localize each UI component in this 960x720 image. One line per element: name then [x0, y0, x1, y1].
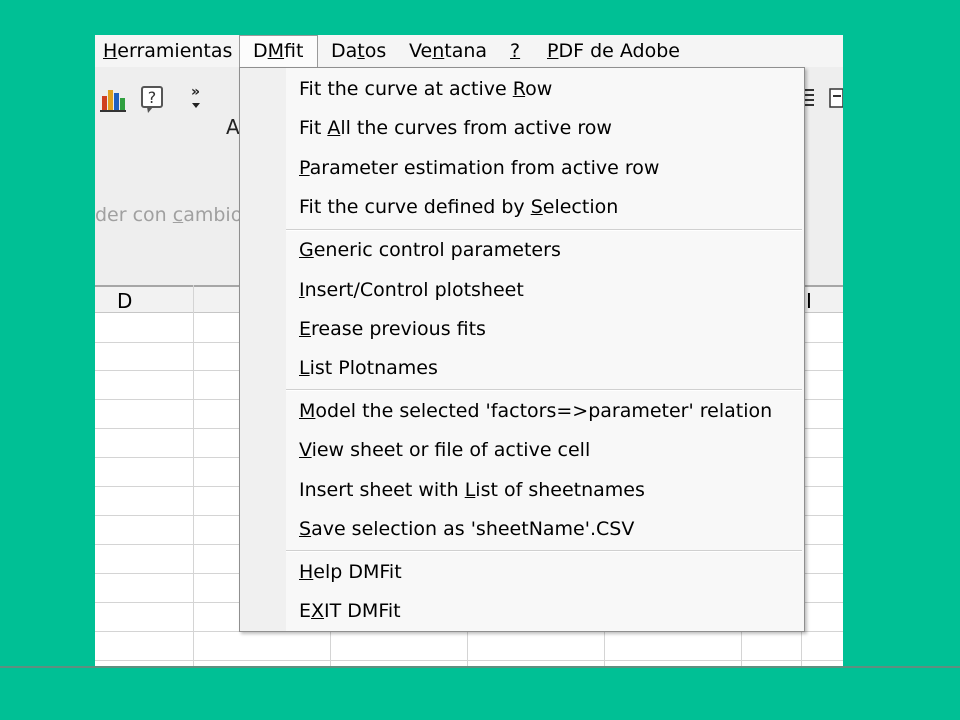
svg-text:»: » [191, 84, 200, 100]
dmfit-dropdown-menu: Fit the curve at active Row Fit All the … [239, 67, 805, 632]
menu-ventana[interactable]: Ventana [409, 35, 487, 67]
slide-divider-line [0, 666, 960, 668]
menu-item-generic-control-parameters[interactable]: Generic control parameters [299, 232, 561, 268]
menu-item-save-selection-csv[interactable]: Save selection as 'sheetName'.CSV [299, 511, 634, 547]
menu-item-view-sheet-or-file[interactable]: View sheet or file of active cell [299, 432, 590, 468]
help-icon[interactable]: ? [139, 84, 167, 114]
menu-item-parameter-estimation[interactable]: Parameter estimation from active row [299, 150, 659, 186]
grid-row-line [95, 660, 843, 661]
menu-item-insert-control-plotsheet[interactable]: Insert/Control plotsheet [299, 272, 524, 308]
menu-item-erease-previous-fits[interactable]: Erease previous fits [299, 311, 486, 347]
window-icon[interactable] [829, 87, 843, 117]
menu-separator [286, 229, 802, 231]
menu-pdf-de-adobe[interactable]: PDF de Adobe [547, 35, 680, 67]
menu-herramientas[interactable]: Herramientas [103, 35, 232, 67]
menu-bar: Herramientas DMfit Datos Ventana ? PDF d… [95, 35, 843, 68]
chart-icon[interactable] [98, 84, 128, 114]
menu-item-fit-active-row[interactable]: Fit the curve at active Row [299, 71, 552, 107]
menu-dmfit[interactable]: DMfit [239, 35, 318, 68]
menu-help[interactable]: ? [510, 35, 520, 67]
menu-item-model-relation[interactable]: Model the selected 'factors=>parameter' … [299, 393, 772, 429]
menu-item-insert-sheet-list[interactable]: Insert sheet with List of sheetnames [299, 472, 645, 508]
menu-separator [286, 389, 802, 391]
menu-item-exit-dmfit[interactable]: EXIT DMFit [299, 593, 401, 629]
overflow-chevron-icon[interactable]: » [189, 83, 205, 113]
svg-text:?: ? [148, 88, 157, 107]
menu-item-fit-selection[interactable]: Fit the curve defined by Selection [299, 189, 618, 225]
menu-datos[interactable]: Datos [331, 35, 386, 67]
menu-item-list-plotnames[interactable]: List Plotnames [299, 350, 438, 386]
toolbar-partial-text: A [226, 115, 240, 139]
column-header-d[interactable]: D [117, 287, 132, 315]
menu-item-fit-all-curves[interactable]: Fit All the curves from active row [299, 110, 612, 146]
faded-toolbar-label: der con cambios [95, 204, 253, 226]
menu-item-help-dmfit[interactable]: Help DMFit [299, 554, 402, 590]
menu-icon-gutter [240, 68, 286, 631]
column-header-i[interactable]: I [806, 287, 812, 315]
menu-separator [286, 550, 802, 552]
